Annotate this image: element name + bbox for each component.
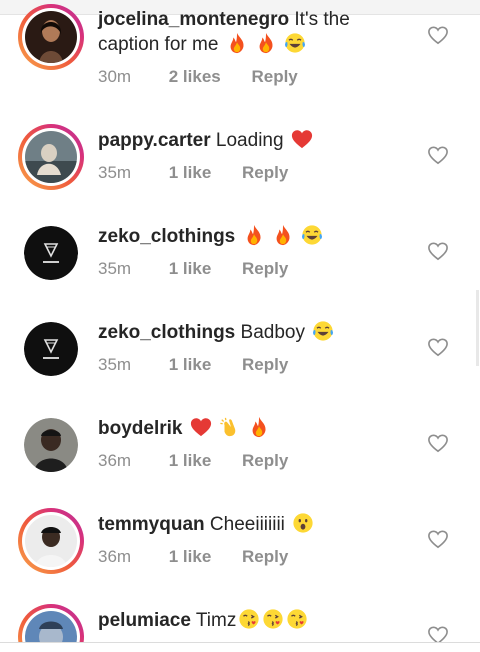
comment-item: pappy.carter Loading 35m 1 like Reply (0, 96, 480, 192)
kissing-heart-emoji (262, 608, 284, 630)
comment-text: Timz (195, 610, 237, 631)
comment-username[interactable]: temmyquan (98, 514, 205, 535)
red-heart-emoji (190, 416, 212, 438)
laughing-tears-emoji (312, 320, 334, 342)
comment-time: 36m (98, 451, 132, 470)
reply-button[interactable]: Reply (242, 354, 288, 376)
comment-likes[interactable]: 2 likes (169, 66, 221, 88)
comment-text: Badboy (240, 322, 305, 343)
comment-username[interactable]: jocelina_montenegro (98, 9, 289, 30)
scrollbar[interactable] (476, 290, 479, 366)
fire-emoji (248, 416, 270, 438)
laughing-tears-emoji (284, 32, 306, 54)
comment-time: 35m (98, 163, 132, 182)
comment-likes[interactable]: 1 like (169, 258, 212, 280)
clapping-hands-emoji (219, 416, 241, 438)
avatar[interactable] (18, 412, 84, 478)
kissing-heart-emoji (238, 608, 260, 630)
laughing-tears-emoji (301, 224, 323, 246)
avatar[interactable] (18, 508, 84, 574)
comment-item: zeko_clothings 35m 1 like Reply (0, 192, 480, 288)
comment-item: zeko_clothings Badboy 35m 1 like Reply (0, 288, 480, 384)
comment-time: 30m (98, 67, 132, 86)
comment-username[interactable]: pappy.carter (98, 130, 211, 151)
comment-item: temmyquan Cheeiiiiiii 36m 1 like Reply (0, 480, 480, 576)
comment-time: 35m (98, 259, 132, 278)
reply-button[interactable]: Reply (251, 66, 297, 88)
avatar[interactable] (18, 220, 84, 286)
comment-likes[interactable]: 1 like (169, 162, 212, 184)
comment-text: Cheeiiiiiii (209, 514, 285, 535)
comment-likes[interactable]: 1 like (169, 354, 212, 376)
comment-item: boydelrik 36m 1 like Reply (0, 384, 480, 480)
fire-emoji (272, 224, 294, 246)
divider (0, 642, 480, 643)
comment-username[interactable]: zeko_clothings (98, 322, 235, 343)
reply-button[interactable]: Reply (242, 546, 288, 568)
heart-outline-icon[interactable] (427, 625, 449, 642)
fire-emoji (243, 224, 265, 246)
heart-outline-icon[interactable] (427, 241, 449, 261)
comment-username[interactable]: pelumiace (98, 610, 191, 631)
comment-item: pelumiace Timz (0, 576, 480, 642)
red-heart-emoji (291, 128, 313, 150)
fire-emoji (255, 32, 277, 54)
reply-button[interactable]: Reply (242, 450, 288, 472)
astonished-face-emoji (292, 512, 314, 534)
comment-item: jocelina_montenegro It's the caption for… (0, 0, 480, 96)
heart-outline-icon[interactable] (427, 145, 449, 165)
comment-text: It's the (294, 9, 350, 30)
heart-outline-icon[interactable] (427, 433, 449, 453)
comment-username[interactable]: boydelrik (98, 418, 182, 439)
comment-likes[interactable]: 1 like (169, 546, 212, 568)
heart-outline-icon[interactable] (427, 337, 449, 357)
avatar[interactable] (18, 604, 84, 642)
avatar[interactable] (18, 4, 84, 70)
fire-emoji (226, 32, 248, 54)
comment-text: Loading (215, 130, 284, 151)
comment-time: 36m (98, 547, 132, 566)
reply-button[interactable]: Reply (242, 258, 288, 280)
kissing-heart-emoji (286, 608, 308, 630)
comment-username[interactable]: zeko_clothings (98, 226, 235, 247)
avatar[interactable] (18, 316, 84, 382)
comment-time: 35m (98, 355, 132, 374)
comment-likes[interactable]: 1 like (169, 450, 212, 472)
comment-text-continued: caption for me (98, 34, 219, 55)
heart-outline-icon[interactable] (427, 25, 449, 45)
reply-button[interactable]: Reply (242, 162, 288, 184)
avatar[interactable] (18, 124, 84, 190)
heart-outline-icon[interactable] (427, 529, 449, 549)
